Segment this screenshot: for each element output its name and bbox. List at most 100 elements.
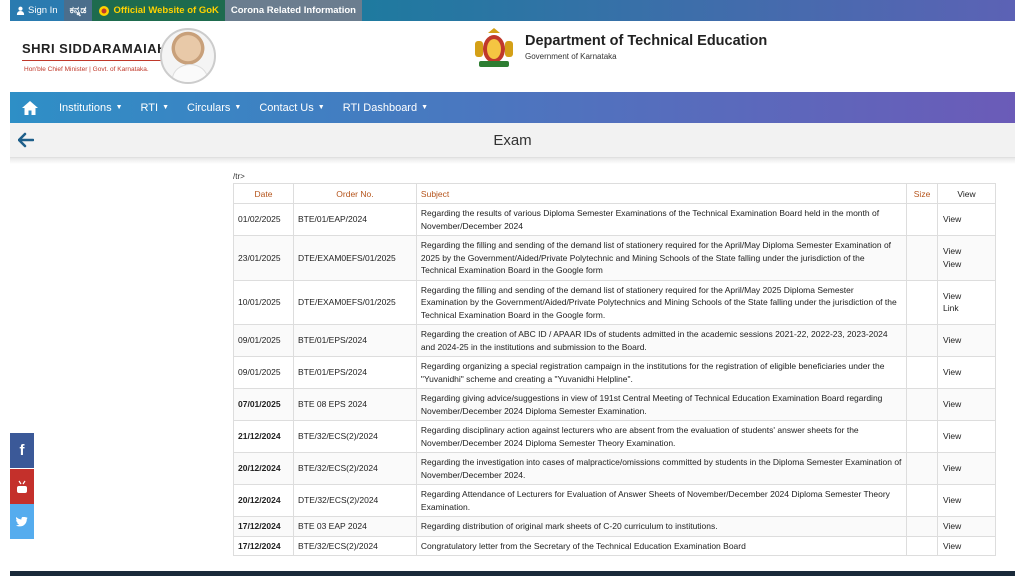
kannada-language-link[interactable]: ಕನ್ನಡ	[63, 0, 93, 21]
row-order-no: DTE/32/ECS(2)/2024	[292, 484, 417, 517]
row-subject: Regarding giving advice/suggestions in v…	[415, 388, 908, 421]
row-date: 10/01/2025	[233, 279, 294, 325]
karnataka-emblem-icon	[99, 5, 110, 16]
caret-down-icon: ▼	[234, 104, 242, 111]
user-icon	[16, 6, 25, 15]
corona-info-link[interactable]: Corona Related Information	[224, 0, 362, 21]
table-row: 09/01/2025 BTE/01/EPS/2024 Regarding the c…	[233, 324, 996, 357]
twitter-icon[interactable]	[10, 504, 34, 539]
home-link[interactable]	[10, 92, 50, 123]
row-size	[906, 452, 939, 485]
row-date: 20/12/2024	[233, 452, 294, 485]
department-title: Department of Technical Education	[525, 33, 768, 49]
row-subject: Regarding the investigation into cases o…	[415, 452, 908, 485]
caret-down-icon: ▼	[162, 104, 169, 111]
date-column-header: Date	[233, 183, 294, 204]
exam-circulars-table: Date Order No. Subject Size View 01/02/2…	[233, 183, 996, 556]
row-date: 20/12/2024	[233, 484, 294, 517]
row-subject: Regarding disciplinary action against le…	[415, 420, 908, 453]
row-date: 07/01/2025	[233, 388, 294, 421]
view-link[interactable]: View	[943, 290, 991, 303]
view-link[interactable]: View	[943, 494, 991, 507]
department-subtitle: Government of Karnataka	[525, 52, 617, 61]
row-view-cell: View	[937, 535, 996, 556]
row-view-cell: View	[937, 203, 996, 236]
view-link-secondary[interactable]: View	[943, 258, 991, 271]
view-link[interactable]: View	[943, 334, 991, 347]
nav-item-institutions[interactable]: Institutions ▼	[50, 92, 132, 123]
row-date: 09/01/2025	[233, 324, 294, 357]
sign-in-label: Sign In	[28, 5, 58, 16]
table-row: 23/01/2025 DTE/EXAM0EFS/01/2025 Regarding …	[233, 235, 996, 281]
row-subject: Congratulatory letter from the Secretary…	[415, 535, 908, 556]
cm-divider	[22, 60, 162, 61]
view-link[interactable]: View	[943, 540, 991, 553]
facebook-icon[interactable]: f	[10, 433, 34, 468]
nav-item-label: Contact Us	[259, 101, 314, 114]
youtube-glyph	[17, 480, 27, 493]
nav-item-circulars[interactable]: Circulars ▼	[178, 92, 250, 123]
size-column-header: Size	[906, 183, 939, 204]
view-column-header: View	[937, 183, 996, 204]
row-order-no: BTE/01/EPS/2024	[292, 324, 417, 357]
row-view-cell: View	[937, 356, 996, 389]
row-view-cell: View	[937, 324, 996, 357]
row-subject: Regarding Attendance of Lecturers for Ev…	[415, 484, 908, 517]
official-website-link[interactable]: Official Website of GoK	[92, 0, 225, 21]
view-link-secondary[interactable]: Link	[943, 302, 991, 315]
nav-item-rti-dashboard[interactable]: RTI Dashboard ▼	[334, 92, 437, 123]
row-order-no: DTE/EXAM0EFS/01/2025	[292, 279, 417, 325]
caret-down-icon: ▼	[317, 104, 325, 111]
site-header: SHRI SIDDARAMAIAH Hon'ble Chief Minister…	[10, 21, 1015, 92]
table-row: 21/12/2024 BTE/32/ECS(2)/2024 Regarding di…	[233, 420, 996, 453]
row-date: 21/12/2024	[233, 420, 294, 453]
row-size	[906, 203, 939, 236]
nav-item-rti[interactable]: RTI ▼	[132, 92, 178, 123]
nav-item-label: RTI Dashboard	[342, 101, 418, 114]
row-order-no: BTE/01/EAP/2024	[292, 203, 417, 236]
row-order-no: BTE/32/ECS(2)/2024	[292, 452, 417, 485]
official-website-label: Official Website of GoK	[113, 5, 219, 16]
view-link[interactable]: View	[943, 462, 991, 475]
row-size	[906, 356, 939, 389]
row-view-cell: View	[937, 484, 996, 517]
row-order-no: BTE/32/ECS(2)/2024	[292, 535, 417, 556]
order-column-header: Order No.	[292, 183, 417, 204]
row-view-cell: View	[937, 388, 996, 421]
row-size	[906, 235, 939, 281]
subject-column-header: Subject	[415, 183, 908, 204]
table-row: 07/01/2025 BTE 08 EPS 2024 Regarding givin…	[233, 388, 996, 421]
row-view-cell: View	[937, 452, 996, 485]
row-size	[906, 535, 939, 556]
view-link[interactable]: View	[943, 398, 991, 411]
youtube-icon[interactable]	[10, 469, 34, 504]
table-row: 20/12/2024 DTE/32/ECS(2)/2024 Regarding At…	[233, 484, 996, 517]
nav-item-label: Institutions	[59, 101, 112, 114]
cm-name: SHRI SIDDARAMAIAH	[22, 41, 167, 56]
sign-in-link[interactable]: Sign In	[10, 0, 64, 21]
home-icon	[22, 100, 38, 115]
table-row: 17/12/2024 BTE 03 EAP 2024 Regarding distr…	[233, 516, 996, 537]
row-date: 09/01/2025	[233, 356, 294, 389]
view-link[interactable]: View	[943, 430, 991, 443]
title-shadow	[10, 158, 1015, 164]
topbar-filler	[361, 0, 1015, 21]
view-link[interactable]: View	[943, 520, 991, 533]
table-row: 20/12/2024 BTE/32/ECS(2)/2024 Regarding th…	[233, 452, 996, 485]
view-link[interactable]: View	[943, 245, 991, 258]
row-subject: Regarding the creation of ABC ID / APAAR…	[415, 324, 908, 357]
row-date: 01/02/2025	[233, 203, 294, 236]
view-link[interactable]: View	[943, 366, 991, 379]
row-view-cell: View View	[937, 235, 996, 281]
row-size	[906, 420, 939, 453]
nav-item-contact-us[interactable]: Contact Us ▼	[250, 92, 333, 123]
cm-photo	[160, 28, 216, 84]
cm-subtitle: Hon'ble Chief Minister | Govt. of Karnat…	[24, 66, 149, 73]
view-link[interactable]: View	[943, 213, 991, 226]
row-view-cell: View Link	[937, 279, 996, 325]
row-order-no: BTE/32/ECS(2)/2024	[292, 420, 417, 453]
row-date: 23/01/2025	[233, 235, 294, 281]
page-title-bar: Exam	[10, 123, 1015, 158]
table-row: 01/02/2025 BTE/01/EAP/2024 Regarding the r…	[233, 203, 996, 236]
caret-down-icon: ▼	[115, 104, 123, 111]
